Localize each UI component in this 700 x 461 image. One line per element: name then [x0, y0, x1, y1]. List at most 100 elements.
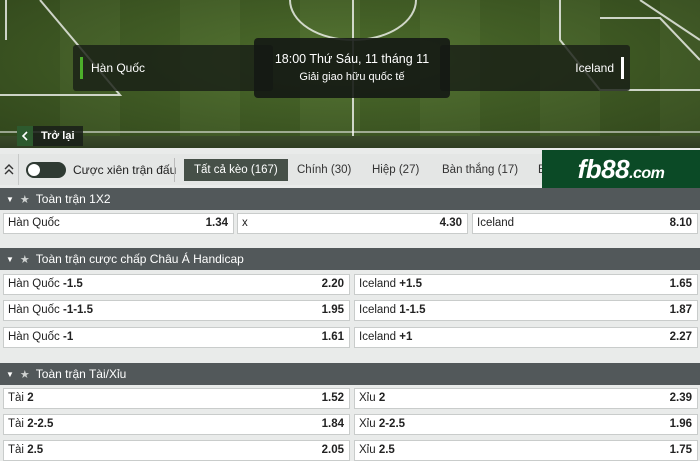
odds-button[interactable]: Xỉu 2.5 1.75 [354, 440, 698, 461]
match-hero: Hàn Quốc Iceland 18:00 Thứ Sáu, 11 tháng… [0, 0, 700, 148]
section-title: Toàn trận 1X2 [35, 192, 111, 206]
home-accent [80, 57, 83, 79]
odds-value: 2.39 [669, 392, 692, 404]
double-chevron-up-icon [4, 163, 14, 174]
selection-name: Xỉu [359, 444, 376, 456]
tab-separator [174, 158, 175, 182]
caret-down-icon: ▼ [6, 194, 14, 204]
odds-button[interactable]: Hàn Quốc -1-1.5 1.95 [3, 300, 350, 321]
tab-half[interactable]: Hiệp (27) [362, 159, 429, 181]
odds-label: Tài 2-2.5 [8, 418, 53, 430]
selection-name: Tài [8, 418, 24, 430]
odds-value: 1.75 [669, 444, 692, 456]
odds-label: Tài 2 [8, 392, 34, 404]
handicap-line: +1 [399, 331, 413, 343]
odds-button[interactable]: Iceland 1-1.5 1.87 [354, 300, 698, 321]
odds-label: Hàn Quốc -1.5 [8, 278, 83, 290]
odds-value: 1.84 [321, 418, 344, 430]
odds-button[interactable]: Hàn Quốc -1 1.61 [3, 327, 350, 348]
total-line: 2-2.5 [378, 418, 406, 430]
parlay-toggle[interactable]: Cược xiên trận đấu [26, 162, 176, 178]
star-icon[interactable]: ★ [20, 253, 30, 266]
handicap-line: +1.5 [399, 278, 422, 290]
odds-value: 2.05 [321, 444, 344, 456]
odds-label: Xỉu 2-2.5 [359, 418, 405, 430]
selection-name: Iceland [359, 331, 397, 343]
odds-label: Hàn Quốc [8, 217, 60, 229]
total-line: 2 [27, 392, 34, 404]
odds-button[interactable]: Iceland +1.5 1.65 [354, 274, 698, 295]
home-team-name: Hàn Quốc [91, 61, 146, 75]
odds-button[interactable]: Hàn Quốc -1.5 2.20 [3, 274, 350, 295]
section-header-over-under[interactable]: ▼ ★ Toàn trận Tài/Xỉu [0, 363, 700, 385]
back-button[interactable]: Trở lại [17, 126, 83, 146]
selection-name: Xỉu [359, 418, 376, 430]
tab-all-markets[interactable]: Tất cả kèo (167) [184, 159, 288, 181]
match-info-box: 18:00 Thứ Sáu, 11 tháng 11 Giải giao hữu… [254, 38, 450, 98]
odds-label: Xỉu 2.5 [359, 444, 395, 456]
selection-name: Xỉu [359, 392, 376, 404]
total-line: 2.5 [27, 444, 44, 456]
odds-button[interactable]: Iceland +1 2.27 [354, 327, 698, 348]
fb88-logo: fb88.com [542, 150, 700, 188]
hero-bottom-band [0, 136, 700, 148]
odds-label: Iceland 1-1.5 [359, 304, 426, 316]
odds-value: 8.10 [669, 217, 692, 229]
logo-suffix: .com [629, 164, 665, 182]
tab-main[interactable]: Chính (30) [287, 159, 361, 181]
selection-name: Tài [8, 392, 24, 404]
handicap-line: -1.5 [62, 278, 83, 290]
selection-name: Iceland [477, 217, 515, 229]
odds-value: 4.30 [439, 217, 462, 229]
away-team-name: Iceland [575, 61, 614, 75]
odds-button[interactable]: Hàn Quốc 1.34 [3, 213, 234, 234]
parlay-toggle-knob [28, 164, 40, 176]
odds-value: 1.96 [669, 418, 692, 430]
selection-name: x [242, 217, 248, 229]
section-title: Toàn trận cược chấp Châu Á Handicap [35, 252, 244, 266]
back-button-label: Trở lại [33, 126, 83, 146]
total-line: 2-2.5 [27, 418, 54, 430]
odds-value: 1.34 [205, 217, 228, 229]
selection-name: Tài [8, 444, 24, 456]
odds-label: Xỉu 2 [359, 392, 385, 404]
chevron-left-icon [17, 126, 33, 146]
odds-label: x [242, 217, 248, 229]
logo-text: fb88 [577, 153, 630, 184]
odds-button[interactable]: Tài 2.5 2.05 [3, 440, 350, 461]
star-icon[interactable]: ★ [20, 193, 30, 206]
selection-name: Hàn Quốc [8, 278, 60, 290]
odds-value: 1.65 [669, 278, 692, 290]
odds-label: Iceland [477, 217, 514, 229]
odds-value: 1.95 [321, 304, 344, 316]
star-icon[interactable]: ★ [20, 368, 30, 381]
parlay-toggle-label: Cược xiên trận đấu [73, 163, 177, 177]
odds-label: Hàn Quốc -1 [8, 331, 73, 343]
section-header-handicap[interactable]: ▼ ★ Toàn trận cược chấp Châu Á Handicap [0, 248, 700, 270]
odds-value: 1.52 [321, 392, 344, 404]
odds-button[interactable]: x 4.30 [237, 213, 468, 234]
caret-down-icon: ▼ [6, 254, 14, 264]
odds-label: Tài 2.5 [8, 444, 43, 456]
odds-value: 1.87 [669, 304, 692, 316]
odds-button[interactable]: Tài 2-2.5 1.84 [3, 414, 350, 435]
selection-name: Hàn Quốc [8, 217, 60, 229]
odds-button[interactable]: Tài 2 1.52 [3, 388, 350, 409]
caret-down-icon: ▼ [6, 369, 14, 379]
tab-goals[interactable]: Bàn thắng (17) [432, 159, 528, 181]
odds-label: Hàn Quốc -1-1.5 [8, 304, 93, 316]
odds-button[interactable]: Iceland 8.10 [472, 213, 698, 234]
selection-name: Hàn Quốc [8, 304, 60, 316]
odds-button[interactable]: Xỉu 2-2.5 1.96 [354, 414, 698, 435]
away-team-bar: Iceland [440, 45, 630, 91]
handicap-line: -1 [62, 331, 74, 343]
odds-value: 2.27 [669, 331, 692, 343]
odds-button[interactable]: Xỉu 2 2.39 [354, 388, 698, 409]
handicap-line: 1-1.5 [399, 304, 426, 316]
collapse-all-button[interactable] [0, 154, 19, 185]
selection-name: Iceland [359, 278, 397, 290]
section-header-1x2[interactable]: ▼ ★ Toàn trận 1X2 [0, 188, 700, 210]
handicap-line: -1-1.5 [62, 304, 94, 316]
odds-label: Iceland +1.5 [359, 278, 422, 290]
home-team-bar: Hàn Quốc [73, 45, 273, 91]
